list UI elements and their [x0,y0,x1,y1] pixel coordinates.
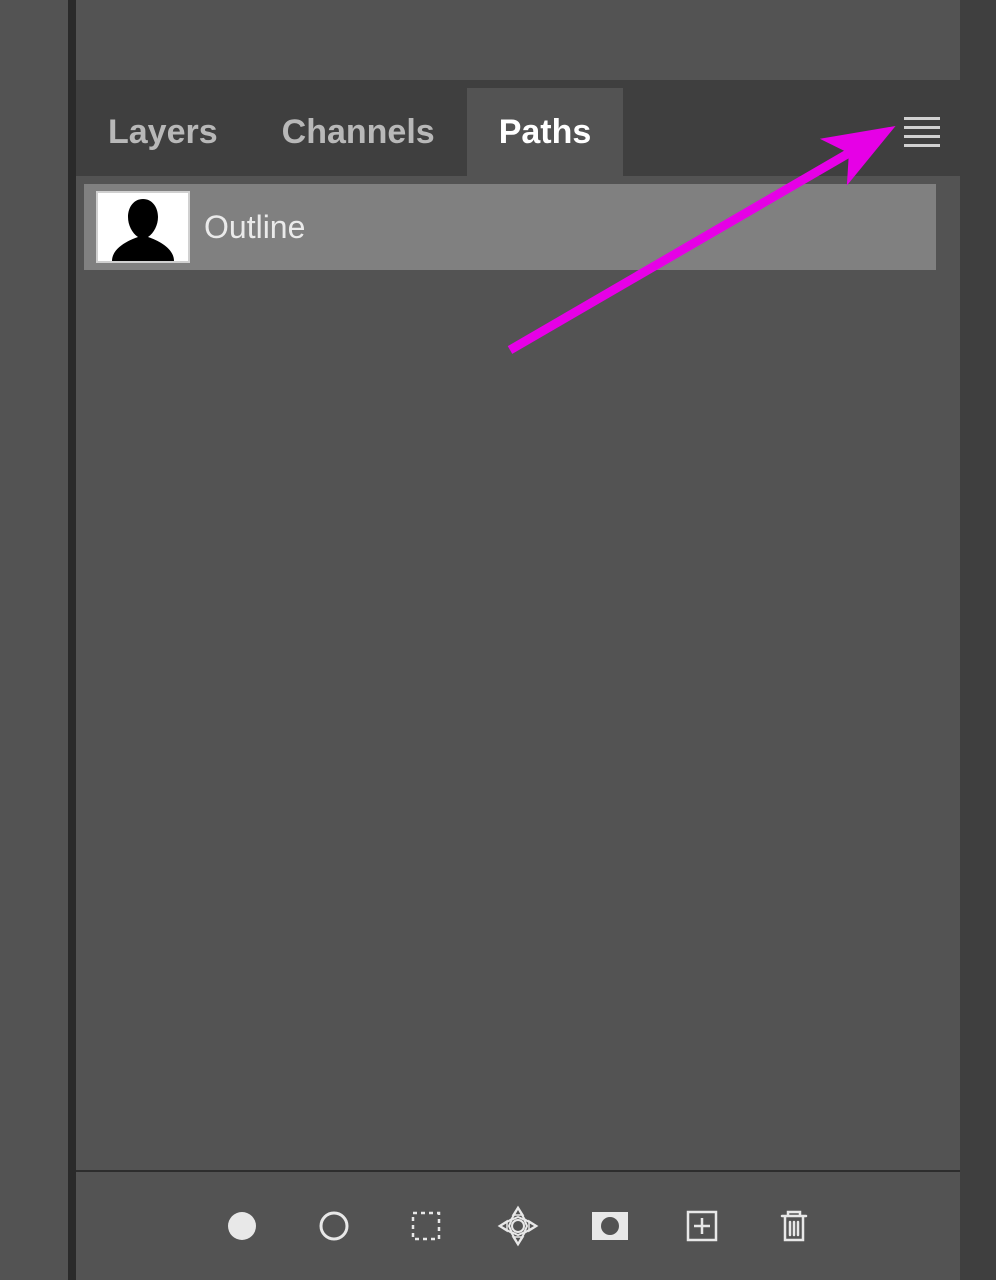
right-edge-strip [960,0,996,1280]
upper-panel-fragment [76,0,960,80]
panel-bottom-toolbar [76,1170,960,1280]
left-sidebar-strip [0,0,68,1280]
hamburger-bar [904,126,940,129]
delete-path-icon[interactable] [772,1204,816,1248]
tab-paths[interactable]: Paths [467,88,624,176]
fill-path-icon[interactable] [220,1204,264,1248]
silhouette-icon [98,193,188,261]
path-thumbnail [96,191,190,263]
path-list: Outline [76,176,960,1170]
panel-tab-bar: Layers Channels Paths [76,88,960,176]
left-divider [68,0,76,1280]
tab-layers[interactable]: Layers [76,88,250,176]
stroke-path-icon[interactable] [312,1204,356,1248]
vector-mask-icon[interactable] [496,1204,540,1248]
paths-panel: Layers Channels Paths Outline [76,88,960,1280]
tab-channels[interactable]: Channels [250,88,467,176]
path-label: Outline [204,209,305,246]
thumbnail-image [98,193,188,261]
hamburger-bar [904,117,940,120]
path-item[interactable]: Outline [84,184,936,270]
hamburger-bar [904,135,940,138]
hamburger-bar [904,144,940,147]
add-mask-icon[interactable] [588,1204,632,1248]
load-selection-icon[interactable] [404,1204,448,1248]
panel-menu-icon[interactable] [884,117,960,147]
new-path-icon[interactable] [680,1204,724,1248]
